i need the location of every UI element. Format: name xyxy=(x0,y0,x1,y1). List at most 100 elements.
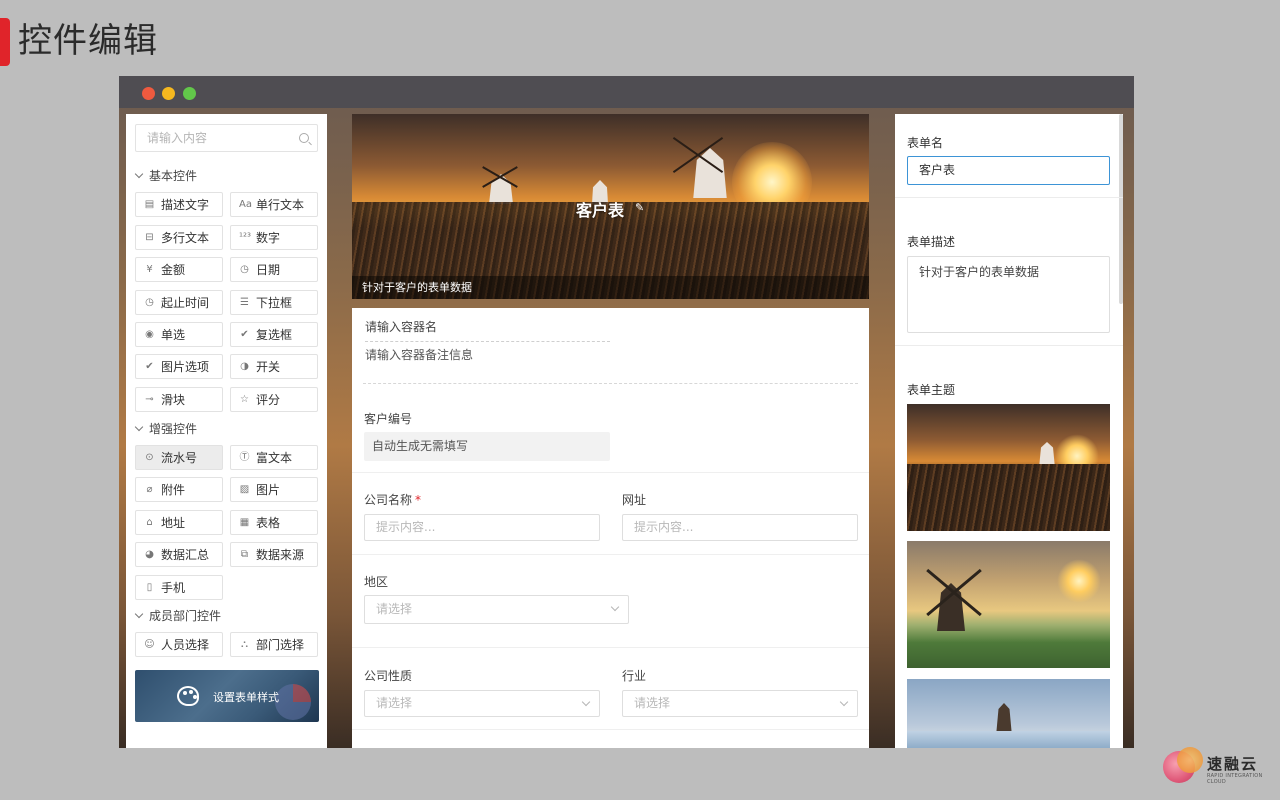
control-description-text[interactable]: ▤ 描述文字 xyxy=(135,192,223,217)
control-image[interactable]: ▨ 图片 xyxy=(230,477,318,502)
control-amount[interactable]: ¥ 金额 xyxy=(135,257,223,282)
control-dropdown[interactable]: ☰ 下拉框 xyxy=(230,290,318,315)
group-basic-controls[interactable]: 基本控件 xyxy=(134,167,198,184)
control-checkbox[interactable]: ✔ 复选框 xyxy=(230,322,318,347)
control-label: 图片选项 xyxy=(161,360,210,374)
minimize-window-icon[interactable] xyxy=(162,87,175,100)
control-label: 日期 xyxy=(256,263,281,277)
control-table[interactable]: ▦ 表格 xyxy=(230,510,318,535)
user-icon: ☺ xyxy=(144,639,155,650)
control-multi-line-text[interactable]: ⊟ 多行文本 xyxy=(135,225,223,250)
control-date[interactable]: ◷ 日期 xyxy=(230,257,318,282)
industry-select[interactable]: 请选择 xyxy=(622,690,858,717)
windmill-image xyxy=(996,703,1012,733)
select-placeholder: 请选择 xyxy=(376,602,413,616)
form-name-input[interactable]: 客户表 xyxy=(907,156,1110,185)
form-theme-label: 表单主题 xyxy=(907,383,956,397)
control-label: 开关 xyxy=(256,360,281,374)
control-time-range[interactable]: ◷ 起止时间 xyxy=(135,290,223,315)
panel-scrollbar[interactable] xyxy=(1119,114,1123,304)
control-data-summary[interactable]: ◕ 数据汇总 xyxy=(135,542,223,567)
form-properties-panel: 表单名 客户表 表单描述 针对于客户的表单数据 表单主题 xyxy=(895,114,1123,748)
company-name-label: 公司名称 * xyxy=(364,491,421,508)
control-slider[interactable]: ⊸ 滑块 xyxy=(135,387,223,412)
document-icon: ▤ xyxy=(144,199,155,210)
select-placeholder: 请选择 xyxy=(376,696,413,710)
customer-no-label: 客户编号 xyxy=(364,412,413,426)
toggle-icon: ◑ xyxy=(240,361,249,372)
region-select[interactable]: 请选择 xyxy=(364,595,629,624)
search-input[interactable] xyxy=(136,125,286,151)
control-label: 评分 xyxy=(256,393,281,407)
control-label: 人员选择 xyxy=(161,638,210,652)
select-placeholder: 请选择 xyxy=(634,696,671,710)
control-number[interactable]: ¹²³ 数字 xyxy=(230,225,318,250)
control-serial-number[interactable]: ⊙ 流水号 xyxy=(135,445,223,470)
search-icon[interactable] xyxy=(299,133,309,143)
control-palette: 基本控件 ▤ 描述文字 Aa 单行文本 ⊟ 多行文本 ¹²³ 数字 ¥ 金额 ◷ 日期 ◷ 起… xyxy=(126,114,327,748)
slider-icon: ⊸ xyxy=(145,394,154,405)
theme-option-sunset[interactable] xyxy=(907,404,1110,531)
control-single-line-text[interactable]: Aa 单行文本 xyxy=(230,192,318,217)
control-label: 手机 xyxy=(161,581,186,595)
chevron-down-icon xyxy=(581,697,591,707)
control-image-option[interactable]: ✔ 图片选项 xyxy=(135,354,223,379)
control-person-select[interactable]: ☺ 人员选择 xyxy=(135,632,223,657)
control-switch[interactable]: ◑ 开关 xyxy=(230,354,318,379)
palette-icon xyxy=(177,686,199,706)
brand-subtitle: RAPID INTEGRATION CLOUD xyxy=(1207,773,1263,785)
group-enhanced-controls[interactable]: 增强控件 xyxy=(134,420,197,437)
theme-option-windmill-meadow[interactable] xyxy=(907,541,1110,668)
control-rating[interactable]: ☆ 评分 xyxy=(230,387,318,412)
slide-title: 控件编辑 xyxy=(18,21,158,61)
group-label: 基本控件 xyxy=(149,169,198,183)
radio-icon: ◉ xyxy=(145,329,154,340)
palette-search xyxy=(135,124,318,152)
multiline-icon: ⊟ xyxy=(145,232,154,243)
control-radio[interactable]: ◉ 单选 xyxy=(135,322,223,347)
website-input[interactable]: 提示内容... xyxy=(622,514,858,541)
table-icon: ▦ xyxy=(239,517,250,528)
phone-icon: ▯ xyxy=(146,582,153,593)
control-label: 数据汇总 xyxy=(161,548,210,562)
control-label: 流水号 xyxy=(161,451,198,465)
close-window-icon[interactable] xyxy=(142,87,155,100)
set-form-style-button[interactable]: 设置表单样式 xyxy=(135,670,319,722)
divider xyxy=(895,345,1123,346)
form-banner[interactable]: 客户表 ✎ 针对于客户的表单数据 xyxy=(352,114,869,299)
form-canvas: 请输入容器名 请输入容器备注信息 客户编号 自动生成无需填写 公司名称 * 提示内… xyxy=(352,308,869,748)
company-nature-select[interactable]: 请选择 xyxy=(364,690,600,717)
company-name-input[interactable]: 提示内容... xyxy=(364,514,600,541)
control-label: 下拉框 xyxy=(256,296,293,310)
region-label: 地区 xyxy=(364,575,389,589)
control-label: 单选 xyxy=(161,328,186,342)
control-mobile[interactable]: ▯ 手机 xyxy=(135,575,223,600)
window-titlebar xyxy=(119,76,1134,108)
theme-sun xyxy=(1057,559,1101,603)
theme-option-canal[interactable] xyxy=(907,679,1110,748)
form-desc-textarea[interactable]: 针对于客户的表单数据 xyxy=(907,256,1110,333)
maximize-window-icon[interactable] xyxy=(183,87,196,100)
control-label: 滑块 xyxy=(161,393,186,407)
divider xyxy=(352,729,869,730)
control-data-source[interactable]: ⧉ 数据来源 xyxy=(230,542,318,567)
form-title: 客户表 xyxy=(576,201,625,220)
container-name-field[interactable]: 请输入容器名 xyxy=(365,318,610,342)
theme-field xyxy=(907,464,1110,531)
control-label: 描述文字 xyxy=(161,198,210,212)
divider xyxy=(352,554,869,555)
control-department-select[interactable]: ⛬ 部门选择 xyxy=(230,632,318,657)
control-rich-text[interactable]: Ⓣ 富文本 xyxy=(230,445,318,470)
location-icon: ⌂ xyxy=(146,517,153,528)
number-123-icon: ¹²³ xyxy=(239,232,252,243)
control-attachment[interactable]: ⌀ 附件 xyxy=(135,477,223,502)
container-note-field[interactable]: 请输入容器备注信息 xyxy=(365,346,473,363)
control-label: 图片 xyxy=(256,483,281,497)
control-label: 多行文本 xyxy=(161,231,210,245)
edit-pen-icon[interactable]: ✎ xyxy=(635,201,645,214)
control-label: 复选框 xyxy=(256,328,293,342)
control-address[interactable]: ⌂ 地址 xyxy=(135,510,223,535)
group-member-controls[interactable]: 成员部门控件 xyxy=(134,607,221,624)
org-chart-icon: ⛬ xyxy=(241,639,248,650)
control-label: 附件 xyxy=(161,483,186,497)
